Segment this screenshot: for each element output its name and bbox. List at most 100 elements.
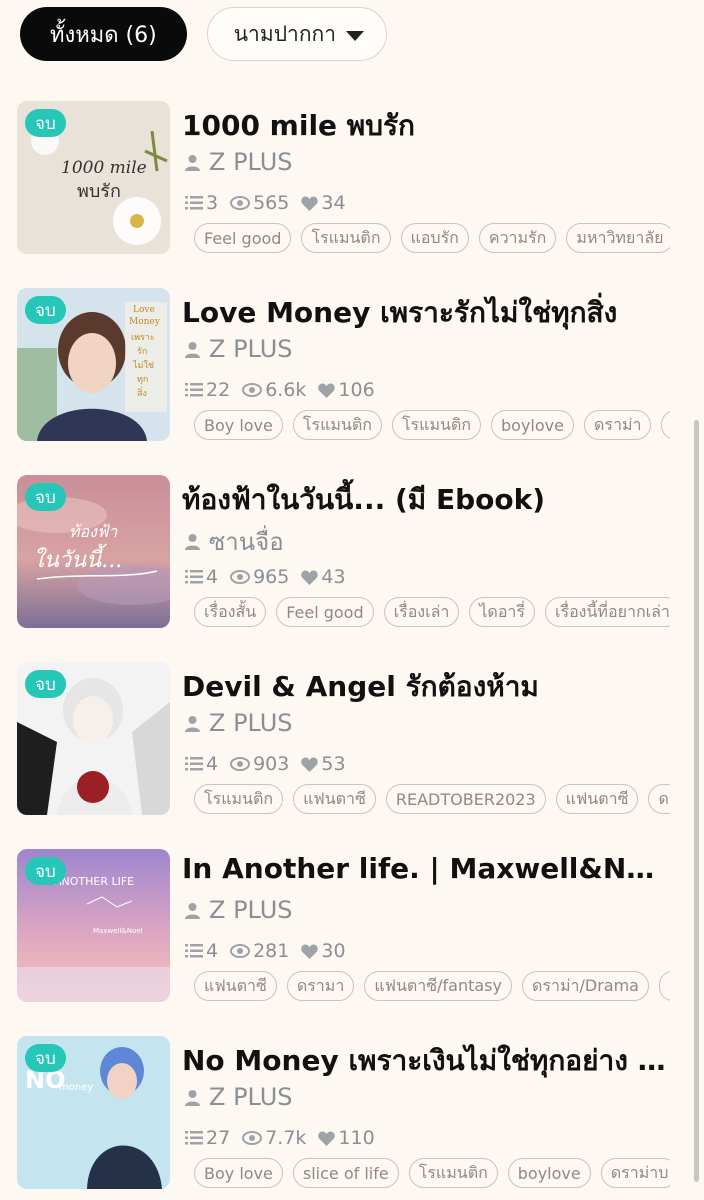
tag-chip[interactable]: boylove xyxy=(507,1158,591,1188)
tag-chip[interactable]: แฟนตาซี/fantasy xyxy=(364,971,512,1001)
story-title[interactable]: Love Money เพราะรักไม่ใช่ทุกสิ่ง xyxy=(182,291,672,335)
completed-badge: จบ xyxy=(25,1044,66,1072)
user-icon xyxy=(185,341,200,358)
story-cover[interactable]: 1000 mile พบรัก จบ xyxy=(17,101,170,254)
tag-chip[interactable]: โรแมนติก xyxy=(391,410,481,440)
tag-chip[interactable]: r xyxy=(658,971,670,1001)
scrollbar[interactable] xyxy=(694,420,699,1182)
cover-title-line: ในวันนี้... xyxy=(33,543,122,573)
completed-badge: จบ xyxy=(25,109,66,137)
heart-icon xyxy=(301,570,319,585)
list-icon xyxy=(185,196,203,210)
story-stats: 4 281 30 xyxy=(185,940,358,962)
tag-chip[interactable]: เรื่องสั้น xyxy=(194,597,267,627)
episode-value: 22 xyxy=(206,379,231,401)
story-author[interactable]: ซานจื่อ xyxy=(184,522,284,561)
story-author[interactable]: Z PLUS xyxy=(184,709,293,737)
tag-list: Boy love slice of life โรแมนติก boylove … xyxy=(194,1158,670,1190)
story-item[interactable]: IN ANOTHER LIFE Maxwell&Noel จบ In Anoth… xyxy=(0,848,704,1035)
story-stats: 27 7.7k 110 xyxy=(185,1127,387,1149)
story-author[interactable]: Z PLUS xyxy=(184,335,293,363)
view-count: 7.7k xyxy=(242,1127,306,1149)
story-stats: 3 565 34 xyxy=(185,192,358,214)
user-icon xyxy=(185,154,200,171)
author-name: Z PLUS xyxy=(209,335,293,363)
tag-chip[interactable]: โรแมนติก xyxy=(408,1158,498,1188)
story-title[interactable]: ท้องฟ้าในวันนี้... (มี Ebook) xyxy=(182,478,672,522)
tag-chip[interactable]: boylove xyxy=(491,410,574,440)
story-cover[interactable]: จบ xyxy=(17,662,170,815)
tag-chip[interactable]: READTOBER2023 xyxy=(385,784,546,814)
story-cover[interactable]: NO money จบ xyxy=(17,1036,170,1189)
like-value: 43 xyxy=(321,566,346,588)
tag-chip[interactable]: แฟนตาซี xyxy=(194,971,277,1001)
story-cover[interactable]: Love Money เพราะ รัก ไม่ใช่ ทุก สิ่ง จบ xyxy=(17,288,170,441)
story-title[interactable]: No Money เพราะเงินไม่ใช่ทุกอย่าง (มี... xyxy=(182,1039,672,1083)
tag-list: แฟนตาซี ดรามา แฟนตาซี/fantasy ดราม่า/Dra… xyxy=(194,971,670,1003)
tag-chip[interactable]: Feel good xyxy=(276,597,374,627)
story-title[interactable]: In Another life. | Maxwell&Noel xyxy=(182,852,672,885)
filter-all-button[interactable]: ทั้งหมด (6) xyxy=(20,7,187,61)
cover-title-line: Maxwell&Noel xyxy=(93,927,143,935)
view-count: 281 xyxy=(230,940,289,962)
story-list: 1000 mile พบรัก จบ 1000 mile พบรัก Z PLU… xyxy=(0,100,704,1200)
tag-chip[interactable]: ดรามา xyxy=(286,971,355,1001)
story-author[interactable]: Z PLUS xyxy=(184,896,293,924)
tag-chip[interactable]: แฟนตาซี xyxy=(555,784,639,814)
tag-chip[interactable]: Boy love xyxy=(194,1158,283,1188)
view-value: 965 xyxy=(253,566,290,588)
like-value: 34 xyxy=(321,192,346,214)
story-item[interactable]: NO money จบ No Money เพราะเงินไม่ใช่ทุกอ… xyxy=(0,1035,704,1200)
tag-chip[interactable]: โรแมนติก xyxy=(292,410,382,440)
story-author[interactable]: Z PLUS xyxy=(184,148,293,176)
story-cover[interactable]: IN ANOTHER LIFE Maxwell&Noel จบ xyxy=(17,849,170,1002)
author-name: Z PLUS xyxy=(209,709,293,737)
pen-name-dropdown[interactable]: นามปากกา xyxy=(206,7,388,61)
episode-value: 3 xyxy=(206,192,219,214)
tag-chip[interactable]: ดราม่าบ xyxy=(600,1158,670,1188)
story-item[interactable]: Love Money เพราะ รัก ไม่ใช่ ทุก สิ่ง จบ … xyxy=(0,287,704,474)
eye-icon xyxy=(230,570,251,584)
eye-icon xyxy=(242,1131,263,1145)
tag-chip[interactable]: แอบรัก xyxy=(400,223,469,253)
story-stats: 4 903 53 xyxy=(185,753,358,775)
tag-chip[interactable]: ดราม่า/Drama xyxy=(521,971,649,1001)
pen-name-label: นามปากกา xyxy=(233,21,337,46)
completed-badge: จบ xyxy=(25,296,66,324)
like-count: 43 xyxy=(301,566,346,588)
tag-list: โรแมนติก แฟนตาซี READTOBER2023 แฟนตาซี ด… xyxy=(194,784,670,816)
tag-chip[interactable]: slice of life xyxy=(292,1158,399,1188)
cover-title-line: Love xyxy=(133,305,155,315)
story-cover[interactable]: ท้องฟ้า ในวันนี้... จบ xyxy=(17,475,170,628)
user-icon xyxy=(185,534,200,550)
tag-chip[interactable]: ไดอารี่ xyxy=(469,597,535,627)
story-item[interactable]: 1000 mile พบรัก จบ 1000 mile พบรัก Z PLU… xyxy=(0,100,704,287)
tag-chip[interactable]: โรแมนติก xyxy=(301,223,391,253)
story-item[interactable]: ท้องฟ้า ในวันนี้... จบ ท้องฟ้าในวันนี้..… xyxy=(0,474,704,661)
tag-chip[interactable]: ร xyxy=(661,410,670,440)
like-value: 106 xyxy=(338,379,375,401)
tag-chip[interactable]: เรื่องนี้ที่อยากเล่า xyxy=(545,597,670,627)
tag-chip[interactable]: มหาวิทยาลัย xyxy=(566,223,670,253)
like-count: 110 xyxy=(318,1127,375,1149)
tag-chip[interactable]: Boy love xyxy=(194,410,283,440)
view-count: 903 xyxy=(230,753,289,775)
cover-title-line: เพราะ xyxy=(131,333,155,343)
tag-chip[interactable]: แฟนตาซี xyxy=(293,784,376,814)
story-title[interactable]: 1000 mile พบรัก xyxy=(182,104,672,148)
view-value: 281 xyxy=(253,940,290,962)
filter-bar: ทั้งหมด (6) นามปากกา xyxy=(20,6,388,62)
list-icon xyxy=(185,570,203,584)
view-value: 565 xyxy=(253,192,290,214)
tag-chip[interactable]: ดราม่า xyxy=(583,410,652,440)
story-author[interactable]: Z PLUS xyxy=(184,1083,293,1111)
tag-chip[interactable]: โรแมนติก xyxy=(194,784,284,814)
tag-chip[interactable]: ดร xyxy=(648,784,670,814)
tag-chip[interactable]: Feel good xyxy=(194,223,292,253)
story-title[interactable]: Devil & Angel รักต้องห้าม xyxy=(182,665,672,709)
tag-chip[interactable]: ความรัก xyxy=(478,223,557,253)
heart-icon xyxy=(318,1131,336,1146)
story-item[interactable]: จบ Devil & Angel รักต้องห้าม Z PLUS 4 90… xyxy=(0,661,704,848)
tag-chip[interactable]: เรื่องเล่า xyxy=(383,597,460,627)
completed-badge: จบ xyxy=(25,483,66,511)
